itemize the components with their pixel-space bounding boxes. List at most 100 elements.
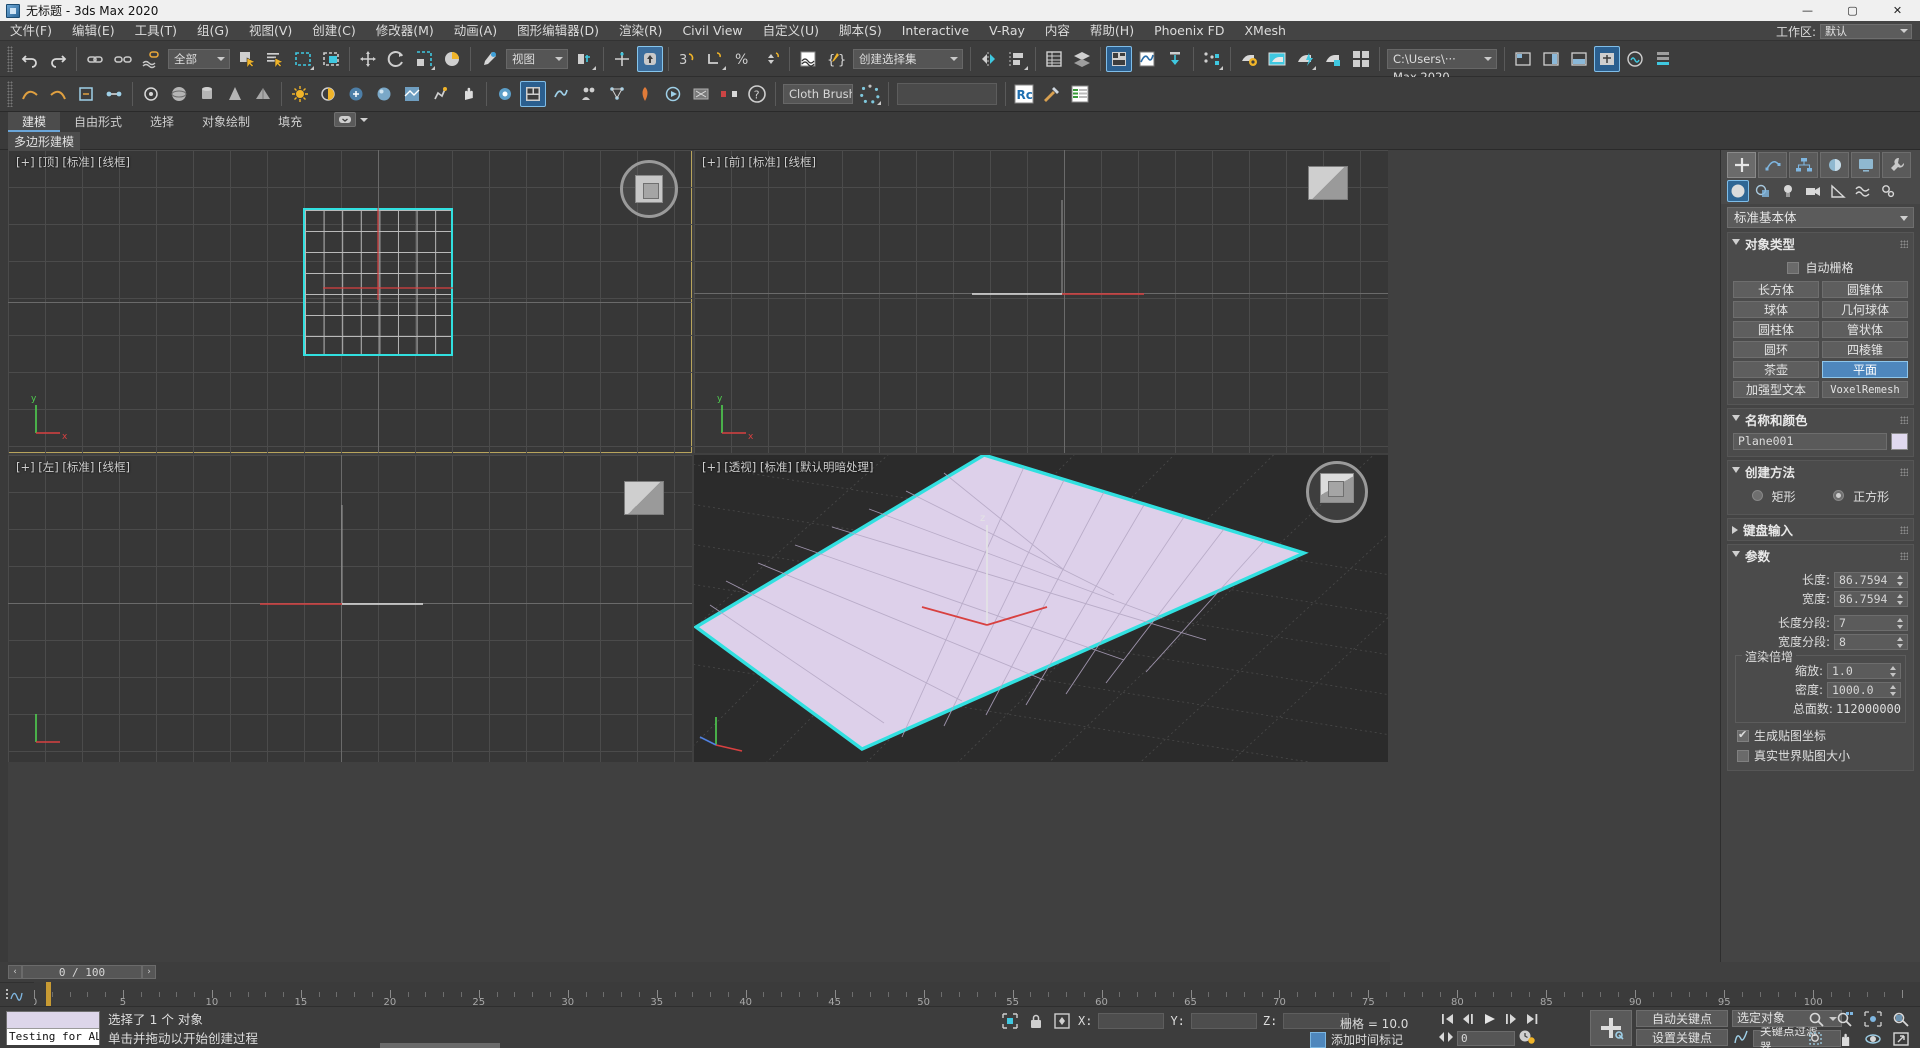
map-tool-icon[interactable]	[399, 81, 425, 107]
selection-filter-combo[interactable]: 全部	[168, 49, 230, 69]
view-cube-front[interactable]	[1308, 166, 1348, 200]
select-and-move-icon[interactable]	[355, 46, 381, 72]
absolute-relative-mode-icon[interactable]	[1052, 1011, 1072, 1031]
menu-create[interactable]: 创建(C)	[302, 21, 365, 41]
menu-views[interactable]: 视图(V)	[239, 21, 302, 41]
ribbon-chevron-down-icon[interactable]	[360, 118, 368, 122]
brush-preset-field[interactable]: Cloth Brushes	[783, 84, 853, 104]
isolate-selection-icon[interactable]	[1000, 1011, 1020, 1031]
window-crossing-icon[interactable]	[318, 46, 344, 72]
toolbar-grip-2[interactable]	[7, 81, 13, 107]
go-to-end-icon[interactable]	[1522, 1010, 1542, 1027]
spinner-arrows-icon[interactable]	[1896, 636, 1905, 649]
shapes-icon[interactable]	[1752, 180, 1774, 202]
param-scale-spinner[interactable]: 1.0	[1827, 663, 1901, 679]
helper-tool-icon[interactable]	[343, 81, 369, 107]
perspective-scene[interactable]: z	[694, 455, 1388, 762]
exploded-view-icon[interactable]	[716, 81, 742, 107]
rollout-parameters-header[interactable]: 参数	[1728, 545, 1913, 566]
object-paint-icon[interactable]	[138, 81, 164, 107]
angle-snap-icon[interactable]: 3	[674, 46, 700, 72]
ribbon-tab-object-paint[interactable]: 对象绘制	[188, 112, 264, 132]
viewport-top-label[interactable]: [+] [顶] [标准] [线框]	[16, 154, 130, 170]
menu-xmesh[interactable]: XMesh	[1234, 21, 1295, 41]
rollout-keyboard-entry-header[interactable]: 键盘输入	[1728, 519, 1913, 540]
horizontal-scroll-thumb[interactable]	[380, 1043, 500, 1048]
omni-light-icon[interactable]	[287, 81, 313, 107]
close-button[interactable]: ✕	[1875, 0, 1920, 21]
time-prev-button[interactable]: ‹	[8, 965, 22, 979]
particle-view-icon[interactable]	[1199, 46, 1225, 72]
generate-map-coords-row[interactable]: 生成贴图坐标	[1737, 727, 1908, 744]
blend-tool-icon[interactable]	[548, 81, 574, 107]
spreadsheet-icon[interactable]	[1067, 81, 1093, 107]
track-view-icon[interactable]	[1134, 46, 1160, 72]
substance-icon[interactable]	[520, 81, 546, 107]
param-length-spinner[interactable]: 86.7594	[1834, 572, 1908, 588]
cylinder-tool-icon[interactable]	[194, 81, 220, 107]
curve-tool2-icon[interactable]	[45, 81, 71, 107]
object-button-plane[interactable]: 平面	[1822, 361, 1908, 378]
menu-graph-editors[interactable]: 图形编辑器(D)	[507, 21, 609, 41]
time-playhead[interactable]	[46, 982, 51, 1006]
safe-frames-icon[interactable]	[1622, 46, 1648, 72]
rhinoceros-icon[interactable]: Rc	[1011, 81, 1037, 107]
pan-icon[interactable]	[1832, 1030, 1858, 1048]
ribbon-tab-selection[interactable]: 选择	[136, 112, 188, 132]
curve-editor-icon[interactable]	[1106, 46, 1132, 72]
undo-icon[interactable]	[17, 46, 43, 72]
link-constraint-icon[interactable]	[101, 81, 127, 107]
ribbon-tab-modeling[interactable]: 建模	[8, 112, 60, 132]
current-frame-field[interactable]: 0	[1457, 1031, 1515, 1046]
track-bar-mode-icon[interactable]	[6, 986, 32, 1004]
brush-ring-icon[interactable]	[857, 81, 883, 107]
workspace-select[interactable]: 默认	[1820, 24, 1912, 39]
spinner-arrows-icon[interactable]	[1889, 665, 1898, 678]
lights-icon[interactable]	[1777, 180, 1799, 202]
motion-tab[interactable]	[1820, 152, 1849, 178]
creation-method-square[interactable]: 正方形	[1833, 488, 1889, 505]
viewport-layout-1-icon[interactable]	[1510, 46, 1536, 72]
param-width-segs-spinner[interactable]: 8	[1834, 634, 1908, 650]
mirror-icon[interactable]	[976, 46, 1002, 72]
reference-coordinate-combo[interactable]: 视图	[506, 49, 568, 69]
menu-file[interactable]: 文件(F)	[0, 21, 62, 41]
frame-ruler[interactable]: 0510152025303540455055606570758085909510…	[34, 982, 1920, 1006]
modify-tab[interactable]	[1758, 152, 1787, 178]
menu-modifiers[interactable]: 修改器(M)	[366, 21, 444, 41]
maxscript-mini-listener[interactable]: Testing for ALL	[6, 1011, 100, 1045]
align-icon[interactable]	[1004, 46, 1030, 72]
object-button-voxelremesh[interactable]: VoxelRemesh	[1822, 381, 1908, 398]
zoom-icon[interactable]	[1804, 1010, 1830, 1028]
tools-icon[interactable]	[1039, 81, 1065, 107]
time-next-button[interactable]: ›	[142, 965, 156, 979]
select-link-icon[interactable]	[82, 46, 108, 72]
real-world-map-size-checkbox[interactable]	[1737, 750, 1749, 762]
target-light-icon[interactable]	[315, 81, 341, 107]
time-configuration-icon[interactable]	[1518, 1029, 1536, 1048]
selection-lock-icon[interactable]	[1026, 1011, 1046, 1031]
menu-group[interactable]: 组(G)	[187, 21, 239, 41]
viewport-left[interactable]: [+] [左] [标准] [线框]	[8, 455, 692, 762]
named-selection-edit-icon[interactable]	[795, 46, 821, 72]
redo-icon[interactable]	[45, 46, 71, 72]
schematic-view-icon[interactable]	[1162, 46, 1188, 72]
menu-vray[interactable]: V-Ray	[979, 21, 1035, 41]
select-by-name-icon[interactable]	[262, 46, 288, 72]
select-and-manipulate-icon[interactable]	[609, 46, 635, 72]
viewport-top[interactable]: [+] [顶] [标准] [线框] x y x	[8, 150, 692, 453]
rollout-object-type-header[interactable]: 对象类型	[1728, 233, 1913, 254]
creation-method-rectangle[interactable]: 矩形	[1752, 488, 1796, 505]
viewport-layout-3-icon[interactable]	[1566, 46, 1592, 72]
subcategory-dropdown[interactable]: 标准基本体	[1727, 207, 1914, 228]
pyramid-tool-icon[interactable]	[250, 81, 276, 107]
view-cube-perspective[interactable]	[1306, 461, 1368, 523]
select-and-rotate-icon[interactable]	[383, 46, 409, 72]
select-region-rect-icon[interactable]	[290, 46, 316, 72]
coord-y-field[interactable]	[1191, 1013, 1257, 1029]
go-to-start-icon[interactable]	[1438, 1010, 1458, 1027]
plane-edge-front-view[interactable]	[964, 200, 1184, 310]
ribbon-panel-polygon-modeling[interactable]: 多边形建模	[8, 132, 80, 151]
helpers-icon[interactable]	[1827, 180, 1849, 202]
param-length-segs-spinner[interactable]: 7	[1834, 615, 1908, 631]
